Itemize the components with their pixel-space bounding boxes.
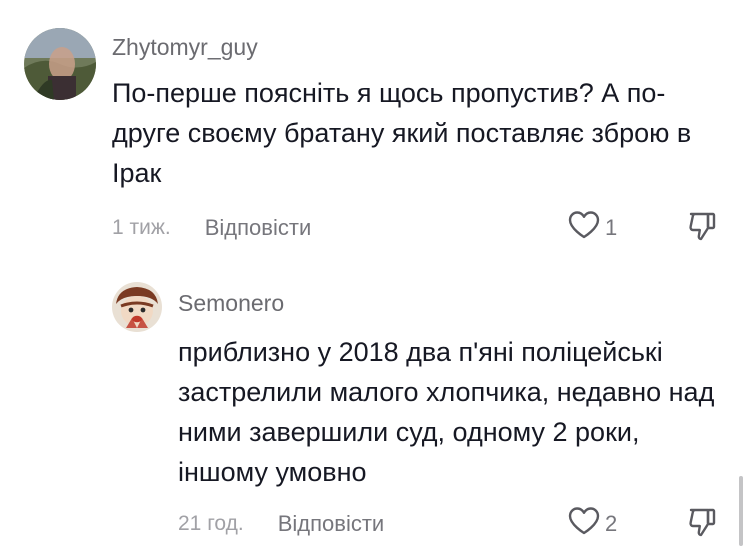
dislike-button[interactable] [686, 506, 718, 543]
avatar[interactable] [24, 28, 96, 100]
reply-button[interactable]: Відповісти [205, 215, 312, 241]
comment-meta: 1 тиж. Відповісти [112, 211, 311, 245]
comment-text: приблизно у 2018 два п'яні поліцейські з… [178, 337, 715, 487]
comment-username[interactable]: Zhytomyr_guy [112, 34, 258, 61]
avatar[interactable] [112, 282, 162, 332]
thumbs-down-icon [686, 212, 718, 246]
reply-button[interactable]: Відповісти [278, 511, 385, 537]
comment-item: Zhytomyr_guy По-перше поясніть я щось пр… [0, 0, 750, 260]
comment-meta: 21 год. Відповісти [178, 507, 384, 541]
scrollbar[interactable] [739, 476, 743, 546]
like-button[interactable]: 1 [567, 210, 617, 245]
thumbs-down-icon [686, 508, 718, 542]
comment-text: По-перше поясніть я щось пропустив? А по… [112, 78, 692, 188]
avatar-photo-icon [24, 28, 96, 100]
like-count: 2 [605, 510, 618, 536]
dislike-button[interactable] [686, 210, 718, 247]
comment-username[interactable]: Semonero [178, 290, 284, 317]
comment-timestamp: 1 тиж. [112, 216, 171, 239]
comment-timestamp: 21 год. [178, 512, 244, 535]
like-button[interactable]: 2 [567, 506, 617, 541]
avatar-cartoon-icon [112, 282, 162, 332]
heart-outline-icon [567, 506, 601, 541]
heart-outline-icon [567, 210, 601, 245]
reply-comment-item: Semonero приблизно у 2018 два п'яні полі… [0, 260, 750, 554]
like-count: 1 [605, 214, 618, 240]
